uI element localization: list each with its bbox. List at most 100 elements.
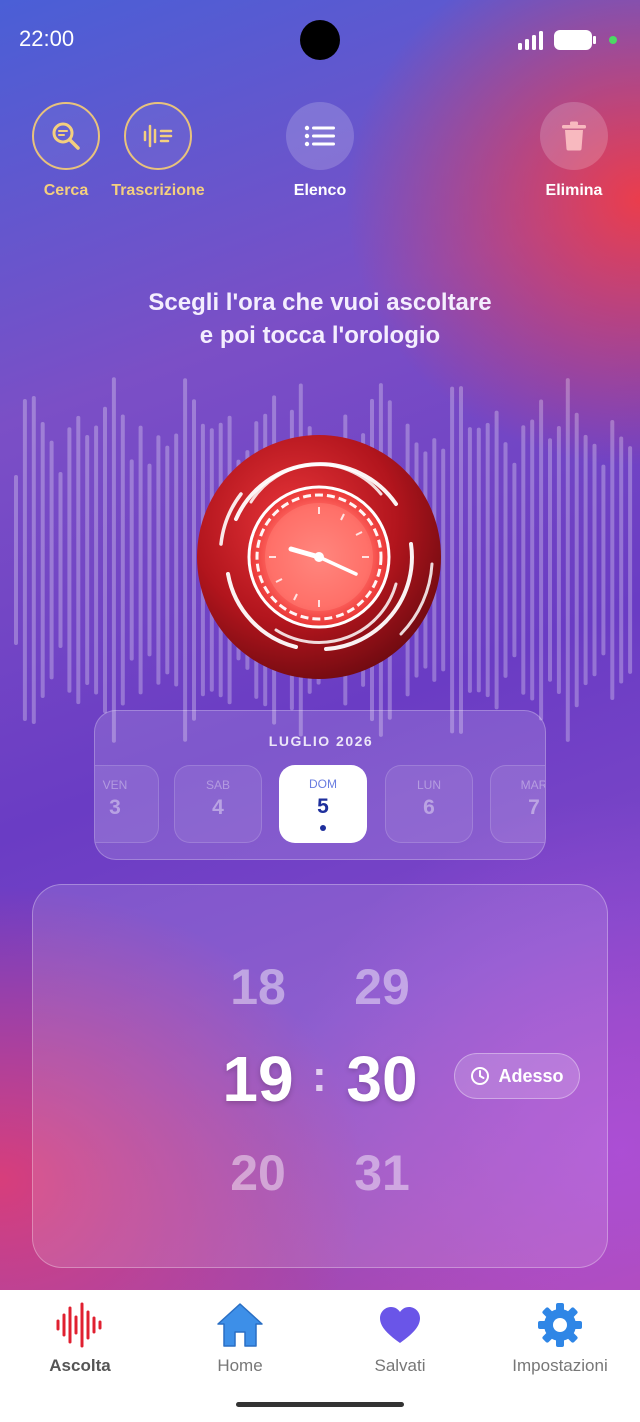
waveform-bar xyxy=(31,395,36,725)
waveform-bar xyxy=(103,406,107,714)
waveform-bar xyxy=(183,378,188,742)
instruction-text: Scegli l'ora che vuoi ascoltare e poi to… xyxy=(0,286,640,352)
day-number: 6 xyxy=(423,796,435,819)
now-button[interactable]: Adesso xyxy=(454,1053,580,1099)
waveform-bar xyxy=(174,433,179,687)
selected-dot xyxy=(320,825,326,831)
waveform-bar xyxy=(120,414,125,706)
hour-current[interactable]: 19 xyxy=(198,1042,318,1116)
now-label: Adesso xyxy=(498,1065,564,1086)
hour-prev[interactable]: 18 xyxy=(198,958,318,1016)
transcription-label: Trascrizione xyxy=(111,182,205,199)
waveform-bar xyxy=(592,443,597,677)
day-sun-selected[interactable]: DOM 5 xyxy=(279,765,367,843)
status-time: 22:00 xyxy=(19,26,75,51)
clock-icon xyxy=(471,1067,490,1085)
nav-listen-label: Ascolta xyxy=(49,1356,111,1375)
waveform-bar xyxy=(628,446,633,674)
waveform-bar xyxy=(539,399,544,721)
day-sat[interactable]: SAB 4 xyxy=(174,765,262,843)
waveform-bar xyxy=(40,421,45,699)
waveform-bar xyxy=(494,410,499,710)
list-icon xyxy=(304,125,335,147)
waveform-bar xyxy=(556,426,561,694)
minute-next[interactable]: 31 xyxy=(322,1144,442,1202)
waveform-bar xyxy=(49,440,54,680)
month-label: LUGLIO 2026 xyxy=(268,733,374,749)
date-picker: LUGLIO 2026 VEN 3 SAB 4 DOM 5 LUN 6 MAR … xyxy=(94,710,546,860)
list-button[interactable]: Elenco xyxy=(260,102,380,200)
waveform-bar xyxy=(147,463,152,657)
transcription-button[interactable]: Trascrizione xyxy=(98,102,218,200)
waveform-bar xyxy=(530,419,535,701)
nav-home[interactable]: Home xyxy=(170,1300,310,1376)
nav-home-label: Home xyxy=(217,1356,263,1375)
waveform-bar xyxy=(583,434,588,686)
waveform-bar xyxy=(14,475,18,645)
day-number: 4 xyxy=(212,796,224,819)
waveform-bar xyxy=(565,378,570,742)
waveform-bar xyxy=(156,435,161,685)
main-screen: 22:00 Cerca Trascrizione Elenco Elimina … xyxy=(0,0,640,1290)
day-name: DOM xyxy=(309,777,337,791)
day-name: LUN xyxy=(416,778,441,792)
waveform-bar xyxy=(94,425,99,695)
transcription-icon xyxy=(143,124,173,148)
waveform-bar xyxy=(111,377,116,743)
instruction-line-2: e poi tocca l'orologio xyxy=(199,322,441,349)
waveform-bar xyxy=(512,462,517,658)
day-fri[interactable]: VEN 3 xyxy=(95,765,159,843)
waveform-bar xyxy=(619,436,624,684)
day-mon[interactable]: LUN 6 xyxy=(385,765,473,843)
nav-settings-label: Impostazioni xyxy=(512,1356,608,1375)
day-tue[interactable]: MAR 7 xyxy=(490,765,546,843)
waveform-bar xyxy=(165,445,170,675)
nav-settings[interactable]: Impostazioni xyxy=(490,1300,630,1376)
waveform-bar xyxy=(85,435,90,685)
waveform-bar xyxy=(459,386,463,734)
waveform-bar xyxy=(467,427,472,693)
waveform-bar xyxy=(76,415,81,705)
camera-cutout xyxy=(300,20,340,60)
waveform-bar xyxy=(485,422,490,698)
signal-icon xyxy=(518,31,543,50)
hour-next[interactable]: 20 xyxy=(198,1144,318,1202)
waveform-bar xyxy=(476,427,481,693)
delete-button[interactable]: Elimina xyxy=(514,102,634,200)
minute-prev[interactable]: 29 xyxy=(322,958,442,1016)
waveform-bar xyxy=(503,442,508,678)
waveform-bar xyxy=(450,386,455,734)
waveform-bar xyxy=(138,425,143,695)
day-name: MAR xyxy=(520,778,546,792)
home-icon xyxy=(217,1303,263,1347)
day-number: 7 xyxy=(528,796,540,819)
waveform-bar xyxy=(22,398,27,722)
minute-current[interactable]: 30 xyxy=(322,1042,442,1116)
waveform-bar xyxy=(610,419,615,701)
waveform-bar xyxy=(521,425,526,695)
instruction-line-1: Scegli l'ora che vuoi ascoltare xyxy=(148,289,492,316)
search-icon xyxy=(52,122,80,150)
waveform-bar xyxy=(574,412,579,708)
day-number: 5 xyxy=(317,795,329,818)
delete-label: Elimina xyxy=(545,182,603,199)
bottom-nav: Ascolta Home Salvati Impostazioni xyxy=(0,1290,640,1422)
gear-icon xyxy=(538,1303,582,1347)
waveform-bar xyxy=(58,471,63,649)
home-indicator xyxy=(236,1402,404,1407)
waveform-bar xyxy=(129,459,134,661)
privacy-indicator xyxy=(609,36,617,44)
nav-listen[interactable]: Ascolta xyxy=(10,1300,150,1376)
battery-icon xyxy=(554,30,596,50)
clock-play-button[interactable] xyxy=(196,434,442,680)
list-label: Elenco xyxy=(293,182,347,199)
trash-icon xyxy=(562,121,586,151)
day-number: 3 xyxy=(109,796,121,819)
waveform-bar xyxy=(548,438,552,682)
nav-saved-label: Salvati xyxy=(374,1356,426,1375)
waveform-icon xyxy=(56,1302,102,1348)
waveform-bar xyxy=(601,464,606,656)
day-name: SAB xyxy=(205,778,230,792)
heart-icon xyxy=(380,1307,420,1343)
nav-saved[interactable]: Salvati xyxy=(330,1300,470,1376)
